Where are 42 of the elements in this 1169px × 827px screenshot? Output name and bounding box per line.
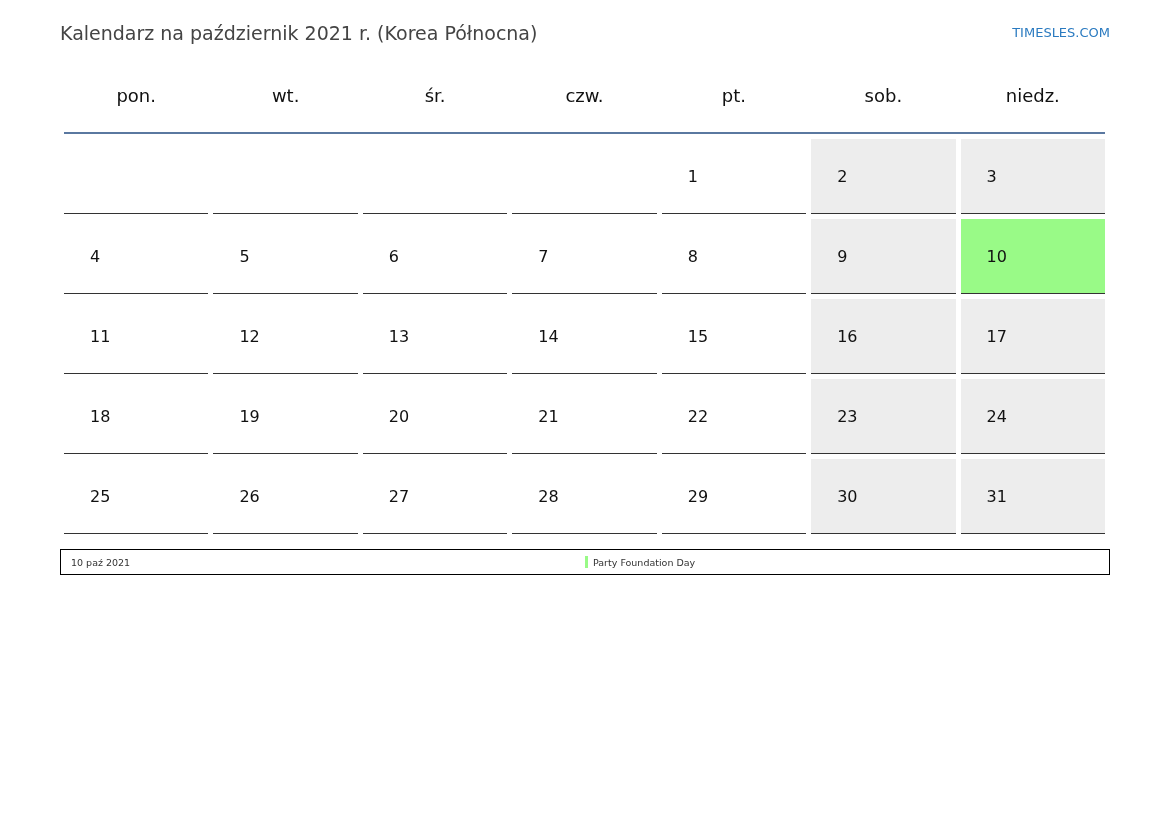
day-number: 22 — [687, 406, 709, 426]
day-number: 31 — [986, 486, 1007, 506]
day-number: 23 — [837, 406, 858, 426]
day-number: 28 — [538, 486, 559, 506]
day-number: 26 — [239, 486, 260, 506]
day-number: 2 — [837, 166, 848, 186]
day-number: 20 — [388, 406, 410, 426]
day-number: 25 — [90, 486, 111, 506]
site-link[interactable]: TIMESLES.COM — [1012, 25, 1110, 40]
day-number: 15 — [687, 326, 709, 346]
day-number: 27 — [388, 486, 410, 506]
weekday-label: niedz. — [1004, 84, 1061, 106]
day-number: 6 — [388, 246, 400, 266]
day-number: 11 — [90, 326, 111, 346]
weekday-label: śr. — [423, 84, 447, 106]
weekday-label: pt. — [720, 84, 748, 106]
day-number: 14 — [538, 326, 559, 346]
day-number: 10 — [986, 246, 1007, 266]
weekday-label: pon. — [115, 84, 157, 106]
holiday-name: Party Foundation Day — [593, 556, 696, 568]
day-number: 16 — [837, 326, 858, 346]
day-number: 12 — [239, 326, 260, 346]
day-number: 17 — [986, 326, 1007, 346]
weekday-label: czw. — [564, 84, 605, 106]
day-number: 24 — [986, 406, 1007, 426]
weekday-label: sob. — [863, 84, 904, 106]
day-number: 4 — [90, 246, 101, 266]
day-number: 8 — [687, 246, 698, 266]
day-number: 30 — [837, 486, 858, 506]
day-number: 3 — [986, 166, 997, 186]
day-number: 21 — [538, 406, 559, 426]
day-number: 7 — [538, 246, 549, 266]
day-number: 9 — [837, 246, 848, 266]
day-number: 29 — [687, 486, 709, 506]
weekday-label: wt. — [270, 84, 301, 106]
page-title: Kalendarz na październik 2021 r. (Korea Północna) — [60, 21, 538, 44]
day-number: 1 — [687, 166, 698, 186]
day-number: 13 — [388, 326, 410, 346]
day-number: 5 — [239, 246, 250, 266]
day-number: 18 — [90, 406, 111, 426]
holiday-date: 10 paź 2021 — [70, 556, 132, 568]
day-number: 19 — [239, 406, 260, 426]
